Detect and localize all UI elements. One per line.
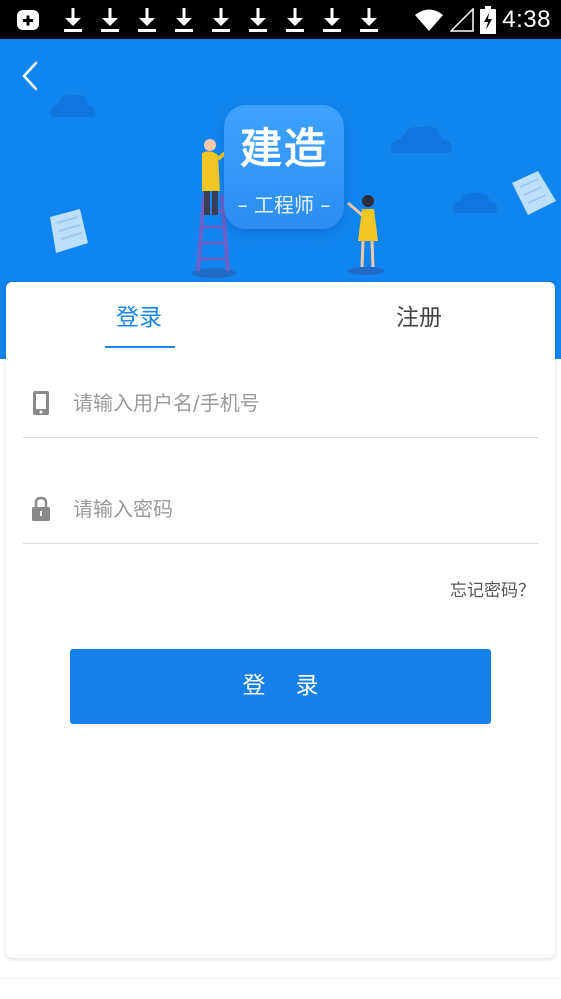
- cloud-icon: [391, 126, 452, 153]
- notification-add-icon: [16, 7, 53, 33]
- password-field: [23, 474, 538, 544]
- tab-login[interactable]: 登录: [116, 298, 162, 332]
- active-tab-indicator: [105, 346, 175, 348]
- lock-icon: [32, 496, 50, 521]
- forgot-password-link[interactable]: 忘记密码？: [450, 576, 535, 601]
- download-icon: [201, 7, 238, 33]
- paper-icon: [50, 209, 88, 253]
- username-input[interactable]: [73, 386, 513, 420]
- tab-register[interactable]: 注册: [396, 298, 442, 332]
- clock: 4:38: [502, 6, 551, 33]
- cloud-icon: [452, 192, 498, 213]
- password-input[interactable]: [73, 492, 513, 526]
- status-bar: 4:38: [0, 0, 561, 39]
- logo-subtitle: – 工程师 –: [237, 193, 331, 217]
- download-icon: [53, 7, 90, 33]
- phone-icon: [33, 391, 49, 415]
- signal-icon: [450, 8, 475, 32]
- chevron-left-icon[interactable]: [16, 59, 46, 93]
- download-icon: [238, 7, 275, 33]
- download-icon: [275, 7, 312, 33]
- login-button[interactable]: 登录: [70, 649, 491, 724]
- bottom-divider: [0, 978, 561, 979]
- cloud-icon: [50, 94, 96, 117]
- app-logo-badge: 建造 – 工程师 –: [224, 105, 344, 229]
- download-icon: [127, 7, 164, 33]
- download-icon: [349, 7, 386, 33]
- standing-figure-illustration: [347, 195, 384, 275]
- logo-title: 建造: [239, 124, 328, 173]
- paper-icon: [512, 171, 556, 215]
- status-bar-notifications: [16, 7, 386, 33]
- download-icon: [164, 7, 201, 33]
- username-field: [23, 368, 538, 438]
- login-card: 登录 注册 忘记密码？ 登录: [6, 282, 555, 958]
- status-bar-system: 4:38: [414, 6, 551, 34]
- wifi-icon: [415, 9, 444, 31]
- download-icon: [312, 7, 349, 33]
- download-icon: [90, 7, 127, 33]
- battery-charging-icon: [480, 6, 497, 34]
